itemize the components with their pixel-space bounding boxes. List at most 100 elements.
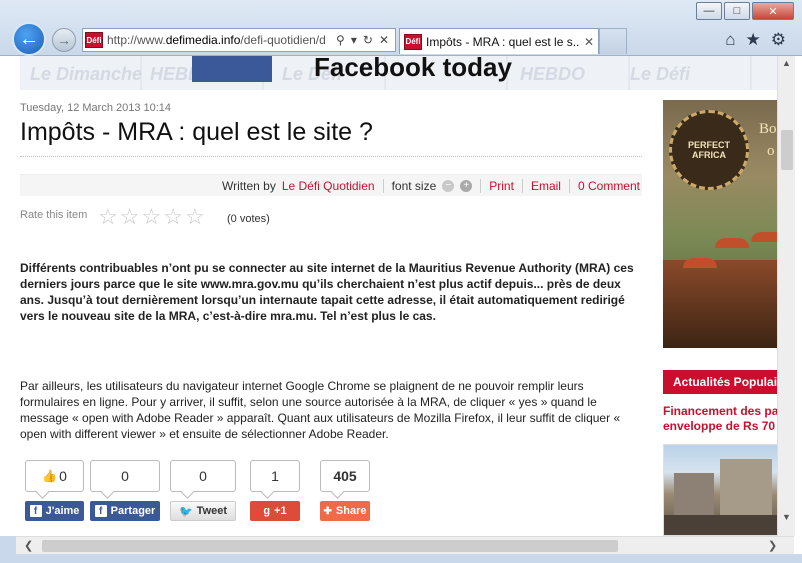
- browser-chrome: — □ ✕ ← → Défi http://www.defimedia.info…: [0, 0, 802, 56]
- facebook-share-widget: 0 f Partager: [90, 460, 160, 521]
- tab-favicon-icon: Défi: [404, 33, 422, 50]
- url-domain: defimedia.info: [165, 33, 241, 47]
- close-window-button[interactable]: ✕: [752, 2, 794, 20]
- star-icon[interactable]: ☆: [98, 206, 118, 228]
- forward-button[interactable]: →: [52, 28, 76, 52]
- like-label: J'aime: [45, 505, 80, 517]
- gplus-count-bubble: 1: [250, 460, 300, 492]
- horizontal-scrollbar[interactable]: ❮ ❯: [16, 536, 794, 554]
- article-title: Impôts - MRA : quel est le site ?: [20, 118, 373, 146]
- minimize-button[interactable]: —: [696, 2, 722, 20]
- news-thumbnail[interactable]: [663, 444, 786, 536]
- back-arrow-icon: ←: [19, 27, 39, 50]
- scroll-up-icon[interactable]: ▲: [782, 58, 791, 68]
- google-plus-widget: 1 g +1: [250, 460, 300, 521]
- maximize-button[interactable]: □: [724, 2, 750, 20]
- written-by-label: Written by: [222, 178, 276, 193]
- facebook-share-button[interactable]: f Partager: [90, 501, 160, 521]
- horizontal-scroll-thumb[interactable]: [42, 540, 618, 552]
- new-tab-button[interactable]: [599, 28, 627, 54]
- star-icon[interactable]: ☆: [163, 206, 183, 228]
- tweet-button[interactable]: 🐦 Tweet: [170, 501, 236, 521]
- article-date: Tuesday, 12 March 2013 10:14: [20, 102, 172, 114]
- scroll-left-icon[interactable]: ❮: [24, 539, 33, 552]
- scroll-down-icon[interactable]: ▼: [782, 512, 791, 522]
- top-banner[interactable]: Le Dimanche HEBDO Le Défi HEBDO Le Défi …: [20, 56, 786, 90]
- facebook-like-widget: 👍 0 f J'aime: [25, 460, 84, 521]
- share-widget: 405 ✚ Share: [320, 460, 370, 521]
- popular-news-link[interactable]: Financement des partis enveloppe de Rs 7…: [663, 404, 786, 434]
- home-icon[interactable]: ⌂: [725, 30, 735, 50]
- font-decrease-icon[interactable]: −: [442, 179, 455, 192]
- vertical-scrollbar[interactable]: ▲ ▼: [777, 56, 795, 536]
- stop-icon[interactable]: ✕: [379, 33, 389, 47]
- ad-badge-logo: PERFECT AFRICA: [669, 110, 749, 190]
- search-icon[interactable]: ⚲: [336, 33, 345, 47]
- rating-stars: ☆ ☆ ☆ ☆ ☆: [98, 206, 205, 228]
- popular-news-heading: Actualités Populaires: [663, 370, 786, 394]
- banner-ghost-text: HEBDO: [520, 64, 586, 84]
- tweet-count-bubble: 0: [170, 460, 236, 492]
- browser-tools: ⌂ ★ ⚙: [725, 30, 786, 50]
- window-controls: — □ ✕: [694, 2, 794, 20]
- window-frame-bottom: [0, 554, 802, 563]
- tab-title: Impôts - MRA : quel est le s...: [426, 34, 580, 49]
- votes-count: (0 votes): [227, 213, 270, 225]
- ad-badge-line: PERFECT: [687, 140, 730, 150]
- share-total-bubble: 405: [320, 460, 370, 492]
- share-button[interactable]: ✚ Share: [320, 501, 370, 521]
- share-count-bubble: 0: [90, 460, 160, 492]
- author-link[interactable]: Le Défi Quotidien: [282, 179, 375, 193]
- refresh-icon[interactable]: ↻: [363, 33, 373, 47]
- facebook-icon: f: [94, 505, 107, 517]
- twitter-bird-icon: 🐦: [178, 505, 193, 518]
- back-button[interactable]: ←: [12, 22, 46, 56]
- twitter-widget: 0 🐦 Tweet: [170, 460, 236, 521]
- google-plus-button[interactable]: g +1: [250, 501, 300, 521]
- ad-umbrella: [683, 258, 717, 268]
- banner-ghost-text: Le Dimanche: [30, 64, 143, 84]
- site-favicon-icon: Défi: [85, 32, 103, 48]
- news-link-line: enveloppe de Rs 70: [663, 419, 776, 433]
- ad-text-line: o: [767, 143, 775, 159]
- favorites-star-icon[interactable]: ★: [746, 30, 761, 50]
- article-lead: Différents contribuables n’ont pu se con…: [20, 261, 634, 323]
- ad-text: Bo o: [759, 118, 777, 162]
- ad-umbrella: [715, 238, 749, 248]
- facebook-like-button[interactable]: f J'aime: [25, 501, 84, 521]
- address-bar[interactable]: Défi http://www.defimedia.info/defi-quot…: [82, 28, 396, 52]
- star-icon[interactable]: ☆: [141, 206, 161, 228]
- tab-close-icon[interactable]: ✕: [584, 35, 594, 49]
- settings-gear-icon[interactable]: ⚙: [771, 30, 786, 50]
- dropdown-icon[interactable]: ▾: [351, 33, 357, 47]
- font-increase-icon[interactable]: +: [460, 179, 473, 192]
- tab-active[interactable]: Défi Impôts - MRA : quel est le s... ✕: [399, 28, 599, 54]
- ad-badge-line: AFRICA: [692, 150, 726, 160]
- divider: [521, 178, 523, 193]
- tweet-count: 0: [199, 468, 207, 484]
- url-text[interactable]: http://www.defimedia.info/defi-quotidien…: [107, 33, 330, 47]
- banner-ghost-text: Le Défi: [630, 64, 691, 84]
- star-icon[interactable]: ☆: [120, 206, 140, 228]
- email-link[interactable]: Email: [531, 179, 561, 193]
- scroll-right-icon[interactable]: ❯: [768, 539, 777, 552]
- share-plus-icon: ✚: [323, 505, 332, 517]
- gplus-count: 1: [271, 468, 279, 484]
- divider: [382, 178, 384, 193]
- ad-text-line: Bo: [759, 121, 777, 137]
- like-count-bubble: 👍 0: [25, 460, 84, 492]
- article-meta-bar: Written by Le Défi Quotidien font size −…: [20, 174, 642, 196]
- print-link[interactable]: Print: [489, 179, 514, 193]
- sidebar-ad[interactable]: PERFECT AFRICA Bo o: [663, 100, 786, 348]
- thumbs-up-icon: 👍: [42, 469, 58, 483]
- news-link-line: Financement des partis: [663, 404, 786, 418]
- share-label: Share: [335, 505, 367, 517]
- address-bar-icons: ⚲ ▾ ↻ ✕: [330, 33, 395, 47]
- comments-link[interactable]: 0 Comment: [578, 179, 640, 193]
- star-icon[interactable]: ☆: [185, 206, 205, 228]
- page-viewport: Le Dimanche HEBDO Le Défi HEBDO Le Défi …: [0, 56, 786, 536]
- tweet-label: Tweet: [196, 505, 228, 517]
- facebook-logo-block: [192, 56, 272, 82]
- gplus-label: +1: [274, 505, 287, 517]
- vertical-scroll-thumb[interactable]: [781, 130, 793, 170]
